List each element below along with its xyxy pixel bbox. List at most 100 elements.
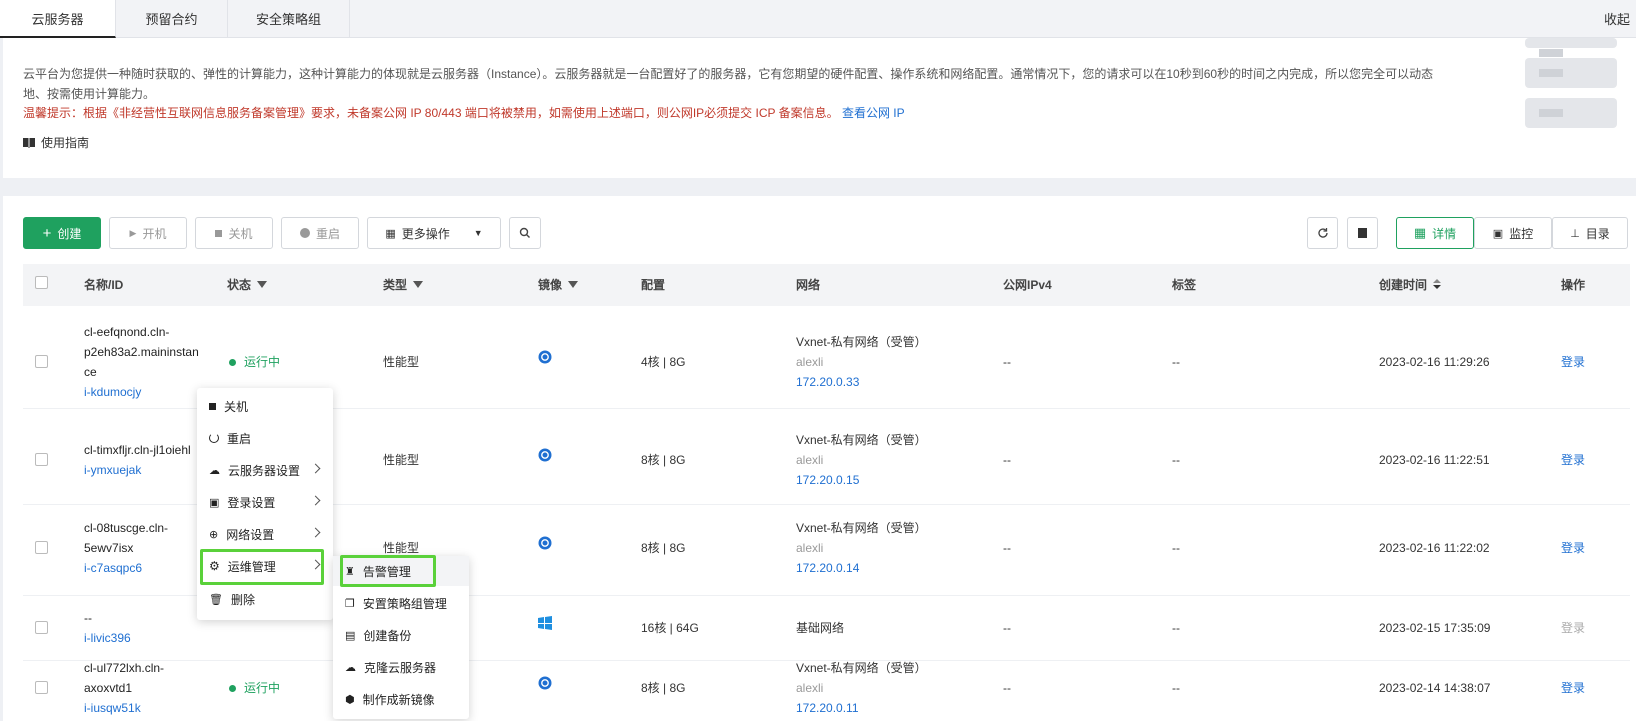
submenu-item-placement-group[interactable]: ❐ 安置策略组管理 xyxy=(333,588,469,618)
tags: -- xyxy=(1172,355,1180,369)
col-ipv4: 公网IPv4 xyxy=(1003,278,1052,292)
menu-item-server-settings[interactable]: ☁ 云服务器设置 xyxy=(197,455,333,485)
network-name: Vxnet-私有网络（受管） xyxy=(796,335,927,349)
chevron-right-icon xyxy=(310,527,321,538)
copy-icon: ❐ xyxy=(345,597,355,610)
restart-label: 重启 xyxy=(315,226,340,241)
instance-config: 8核 | 8G xyxy=(641,681,686,695)
create-button[interactable]: + 创建 xyxy=(23,217,101,249)
menu-item-restart[interactable]: 重启 xyxy=(197,423,333,453)
submenu-item-clone[interactable]: ☁ 克隆云服务器 xyxy=(333,652,469,682)
menu-item-stop[interactable]: 关机 xyxy=(197,391,333,421)
submenu-item-make-image[interactable]: ⬢ 制作成新镜像 xyxy=(333,684,469,714)
network-name: Vxnet-私有网络（受管） xyxy=(796,521,927,535)
catalog-label: 目录 xyxy=(1585,226,1610,241)
col-created[interactable]: 创建时间 xyxy=(1379,276,1442,293)
stop-button[interactable]: 关机 xyxy=(195,217,273,249)
login-link: 登录 xyxy=(1561,621,1586,635)
row-checkbox[interactable] xyxy=(35,453,48,466)
tab-cloud-servers[interactable]: 云服务器 xyxy=(0,0,116,38)
more-actions-dropdown[interactable]: ▦ 更多操作 ▼ xyxy=(367,217,501,249)
instance-id-link[interactable]: i-iusqw51k xyxy=(84,698,164,718)
instance-name-line[interactable]: axoxvtd1 xyxy=(84,678,164,698)
private-ip-link[interactable]: 172.20.0.33 xyxy=(796,372,927,392)
filter-icon[interactable] xyxy=(413,281,424,288)
linux-icon xyxy=(538,536,552,556)
search-button[interactable] xyxy=(509,217,541,249)
network-cell: Vxnet-私有网络（受管） alexli 172.20.0.15 xyxy=(796,430,927,490)
menu-item-label: 安置策略组管理 xyxy=(362,596,447,611)
side-placeholder-3 xyxy=(1525,98,1617,128)
icp-warning-text: 温馨提示：根据《非经营性互联网信息服务备案管理》要求，未备案公网 IP 80/4… xyxy=(23,106,839,120)
collapse-button[interactable]: 收起 xyxy=(1604,0,1630,40)
sort-icon[interactable] xyxy=(1433,278,1442,291)
tab-security-policy-group[interactable]: 安全策略组 xyxy=(228,0,350,38)
instance-name-line[interactable]: cl-08tuscge.cln- xyxy=(84,518,168,538)
login-link[interactable]: 登录 xyxy=(1561,538,1585,558)
col-image[interactable]: 镜像 xyxy=(538,276,579,293)
view-monitor-button[interactable]: ▣ 监控 xyxy=(1474,217,1552,249)
instance-config: 16核 | 64G xyxy=(641,621,699,635)
row-checkbox[interactable] xyxy=(35,681,48,694)
instance-name-line[interactable]: -- xyxy=(84,608,131,628)
instance-id-link[interactable]: i-ymxuejak xyxy=(84,460,191,480)
instance-name-line[interactable]: cl-ul772lxh.cln- xyxy=(84,658,164,678)
row-checkbox[interactable] xyxy=(35,541,48,554)
start-button[interactable]: ▶ 开机 xyxy=(109,217,187,249)
side-placeholder-2 xyxy=(1525,58,1617,88)
private-ip-link[interactable]: 172.20.0.14 xyxy=(796,558,927,578)
login-link[interactable]: 登录 xyxy=(1561,678,1585,698)
instance-name-line[interactable]: p2eh83a2.maininstan xyxy=(84,342,199,362)
menu-item-delete[interactable]: 🗑 删除 xyxy=(197,584,333,614)
instance-type: 性能型 xyxy=(383,453,420,467)
network-cell: Vxnet-私有网络（受管） alexli 172.20.0.33 xyxy=(796,332,927,392)
instance-id-link[interactable]: i-kdumocjy xyxy=(84,382,199,402)
private-ip-link[interactable]: 172.20.0.11 xyxy=(796,698,927,718)
menu-item-label: 克隆云服务器 xyxy=(364,660,437,675)
row-checkbox[interactable] xyxy=(35,355,48,368)
restart-icon xyxy=(209,433,219,443)
network-name: Vxnet-私有网络（受管） xyxy=(796,433,927,447)
status-dot-icon xyxy=(229,684,236,692)
filter-icon[interactable] xyxy=(257,281,268,288)
restart-button[interactable]: 重启 xyxy=(281,217,359,249)
menu-item-label: 创建备份 xyxy=(363,628,412,643)
row-checkbox[interactable] xyxy=(35,621,48,634)
columns-button[interactable] xyxy=(1347,217,1378,249)
col-status[interactable]: 状态 xyxy=(227,276,268,293)
col-name: 名称/ID xyxy=(84,278,124,292)
plus-icon: + xyxy=(42,224,52,242)
menu-item-network-settings[interactable]: ⊕ 网络设置 xyxy=(197,519,333,549)
select-all-checkbox[interactable] xyxy=(35,276,48,289)
filter-icon[interactable] xyxy=(568,281,579,288)
login-link[interactable]: 登录 xyxy=(1561,352,1585,372)
col-type[interactable]: 类型 xyxy=(383,276,424,293)
instance-name-line[interactable]: cl-eefqnond.cln- xyxy=(84,322,199,342)
instance-id-link[interactable]: i-livic396 xyxy=(84,628,131,648)
submenu-item-backup[interactable]: ▤ 创建备份 xyxy=(333,620,469,650)
more-actions-label: 更多操作 xyxy=(401,226,450,241)
view-detail-button[interactable]: ▦ 详情 xyxy=(1396,217,1474,249)
instance-type: 性能型 xyxy=(383,355,420,369)
instance-id-link[interactable]: i-c7asqpc6 xyxy=(84,558,168,578)
instance-name-cell: cl-ul772lxh.cln-axoxvtd1 i-iusqw51k xyxy=(84,658,164,718)
view-public-ip-link[interactable]: 查看公网 IP xyxy=(842,106,905,120)
usage-guide-link[interactable]: 使用指南 xyxy=(23,134,89,151)
stop-label: 关机 xyxy=(228,226,253,241)
alarm-management-highlight xyxy=(340,555,436,587)
tab-reserved-contracts[interactable]: 预留合约 xyxy=(116,0,228,38)
monitor-icon: ▣ xyxy=(1492,227,1504,240)
view-catalog-button[interactable]: ⊥ 目录 xyxy=(1552,217,1628,249)
col-type-label: 类型 xyxy=(383,278,408,292)
col-network: 网络 xyxy=(796,278,821,292)
refresh-button[interactable] xyxy=(1307,217,1338,249)
instance-name-line[interactable]: 5ewv7isx xyxy=(84,538,168,558)
cloud-icon: ☁ xyxy=(345,661,356,674)
instance-name-line[interactable]: ce xyxy=(84,362,199,382)
instance-name-line[interactable]: cl-timxfljr.cln-jl1oiehl xyxy=(84,440,191,460)
menu-item-login-settings[interactable]: ▣ 登录设置 xyxy=(197,487,333,517)
detail-label: 详情 xyxy=(1432,226,1457,241)
menu-item-label: 登录设置 xyxy=(227,495,276,510)
login-link[interactable]: 登录 xyxy=(1561,450,1585,470)
private-ip-link[interactable]: 172.20.0.15 xyxy=(796,470,927,490)
